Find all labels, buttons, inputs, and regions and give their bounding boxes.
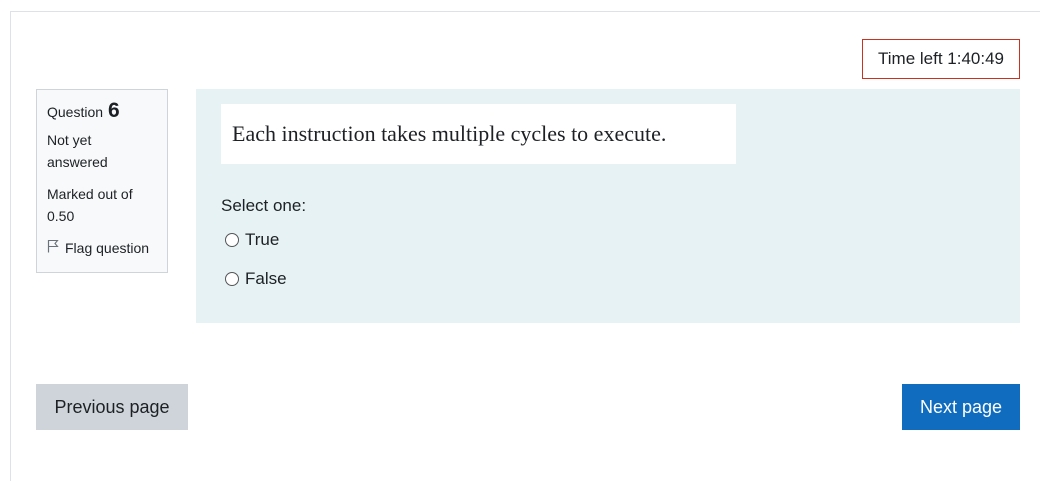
question-state-line1: Not yet (47, 132, 92, 148)
time-left-indicator: Time left 1:40:49 (862, 39, 1020, 79)
answer-option-false[interactable]: False (225, 269, 287, 289)
flag-question-label: Flag question (65, 240, 150, 256)
answer-prompt: Select one: (221, 196, 307, 215)
question-content: Each instruction takes multiple cycles t… (196, 89, 1020, 323)
flag-question-link[interactable]: Flag question (47, 237, 157, 259)
question-grade: Marked out of 0.50 (47, 183, 157, 227)
question-state: Not yet answered (47, 129, 157, 173)
answer-option-true-label: True (245, 230, 280, 249)
radio-false[interactable] (225, 272, 239, 286)
question-label: Question (47, 104, 104, 120)
question-number-line: Question 6 (47, 100, 157, 123)
answer-option-true[interactable]: True (225, 230, 279, 250)
question-grade-line2: 0.50 (47, 208, 75, 224)
question-text: Each instruction takes multiple cycles t… (221, 104, 736, 164)
radio-true[interactable] (225, 233, 239, 247)
question-grade-line1: Marked out of (47, 186, 133, 202)
question-number: 6 (108, 99, 120, 122)
next-page-button[interactable]: Next page (902, 384, 1020, 430)
time-left-label: Time left 1:40:49 (878, 49, 1004, 68)
question-info-panel: Question 6 Not yet answered Marked out o… (36, 89, 168, 273)
answer-option-false-label: False (245, 269, 287, 288)
previous-page-button[interactable]: Previous page (36, 384, 188, 430)
question-state-line2: answered (47, 154, 108, 170)
flag-icon (47, 237, 65, 259)
